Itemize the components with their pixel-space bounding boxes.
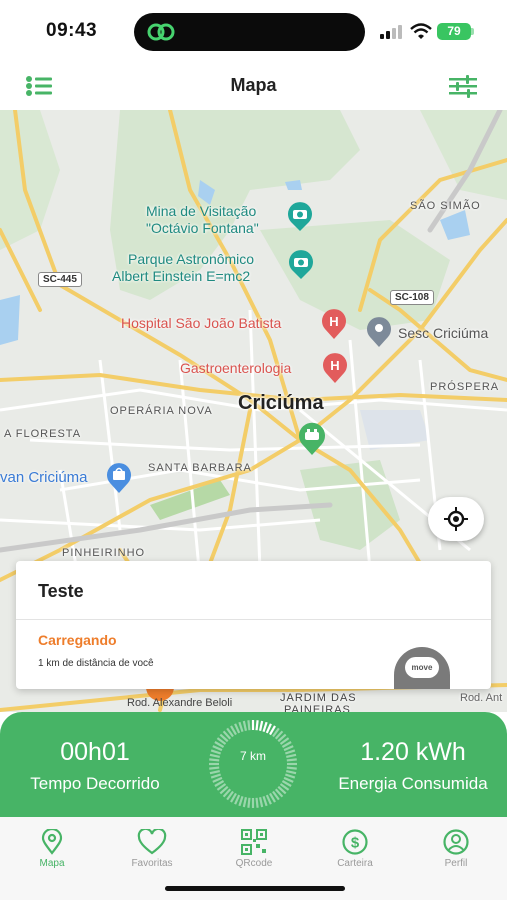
heart-icon <box>137 829 167 855</box>
map-label-floresta: A FLORESTA <box>4 428 82 440</box>
elapsed-time-label: Tempo Decorrido <box>30 774 160 793</box>
energy-consumed-value: 1.20 kWh <box>360 738 466 766</box>
map-label-city: Criciúma <box>238 392 324 414</box>
svg-text:H: H <box>330 358 339 373</box>
map-label-gastro: Gastroenterologia <box>180 360 292 376</box>
elapsed-time-value: 00h01 <box>60 738 130 766</box>
signal-icon <box>380 25 402 39</box>
home-indicator <box>165 886 345 891</box>
nav-label: Favoritas <box>131 858 173 869</box>
link-icon <box>147 23 175 41</box>
map-label-hospital: Hospital São João Batista <box>121 315 282 331</box>
user-icon <box>443 829 469 855</box>
nav-label: Perfil <box>444 858 468 869</box>
dynamic-island <box>134 13 365 51</box>
locate-me-button[interactable] <box>428 497 484 541</box>
map-label-mina: Mina de Visitação <box>146 203 257 219</box>
nav-tab-carteira[interactable]: $ Carteira <box>315 829 395 879</box>
energy-consumed-label: Energia Consumida <box>338 774 488 793</box>
map-label-parque: Parque Astronômico <box>128 251 255 267</box>
map-label-rod-alexandre: Rod. Alexandre Beloli <box>127 697 233 709</box>
map-label-pinheirinho: PINHEIRINHO <box>62 547 146 559</box>
map-label-sao-simao: SÃO SIMÃO <box>410 200 481 212</box>
map-label-operaria: OPERÁRIA NOVA <box>110 405 213 417</box>
nav-tab-mapa[interactable]: Mapa <box>12 829 92 879</box>
wifi-icon <box>410 23 432 39</box>
charging-distance: 7 km <box>239 749 266 763</box>
battery-indicator: 79 <box>437 23 471 40</box>
app-header: Mapa <box>0 62 507 110</box>
charging-station-pin-icon[interactable] <box>297 422 327 456</box>
nav-label: QRcode <box>235 858 273 869</box>
hospital-pin-icon[interactable]: H <box>322 352 348 384</box>
nav-label: Carteira <box>337 858 373 869</box>
station-status: Carregando <box>38 632 117 648</box>
station-card[interactable]: Teste Carregando 1 km de distância de vo… <box>16 561 491 689</box>
svg-text:H: H <box>329 314 338 329</box>
svg-text:$: $ <box>351 835 360 852</box>
map-pin-icon <box>41 829 63 855</box>
status-bar: 09:43 79 <box>0 0 507 62</box>
camera-pin-icon[interactable] <box>287 202 313 232</box>
station-distance: 1 km de distância de você <box>38 658 154 669</box>
crosshair-icon <box>444 507 468 531</box>
route-badge-sc108: SC-108 <box>390 290 434 305</box>
filter-button[interactable] <box>448 72 478 100</box>
map-label-prospera: PRÓSPERA <box>430 381 500 393</box>
card-divider <box>16 619 491 620</box>
charging-panel: 00h01 Tempo Decorrido 7 km 1.20 kWh Ener… <box>0 712 507 817</box>
battery-tip <box>471 28 474 35</box>
status-time: 09:43 <box>46 20 98 41</box>
shopping-pin-icon[interactable] <box>106 462 132 494</box>
location-pin-icon[interactable] <box>366 316 392 348</box>
camera-pin-icon[interactable] <box>288 250 314 280</box>
map-label-mina-2: "Octávio Fontana" <box>146 220 259 236</box>
nav-tab-qrcode[interactable]: QRcode <box>214 829 294 879</box>
map-label-sesc: Sesc Criciúma <box>398 325 489 341</box>
sliders-icon <box>449 75 477 98</box>
map-label-rod-ant: Rod. Ant <box>460 692 503 704</box>
nav-label: Mapa <box>39 858 65 869</box>
nav-tab-favoritas[interactable]: Favoritas <box>112 829 192 879</box>
dollar-icon: $ <box>342 829 368 855</box>
hospital-pin-icon[interactable]: H <box>321 308 347 340</box>
route-badge-sc445: SC-445 <box>38 272 82 287</box>
map-label-havan: van Criciúma <box>0 469 88 486</box>
charging-progress-ring <box>209 720 297 808</box>
operator-logo: move <box>405 657 439 678</box>
qrcode-icon <box>241 829 267 855</box>
page-title: Mapa <box>230 75 277 95</box>
map-label-parque-2: Albert Einstein E=mc2 <box>112 268 251 284</box>
operator-badge: move <box>394 647 450 689</box>
map-label-santa-barbara: SANTA BARBARA <box>148 462 252 474</box>
nav-tab-perfil[interactable]: Perfil <box>416 829 496 879</box>
station-name: Teste <box>38 581 84 601</box>
